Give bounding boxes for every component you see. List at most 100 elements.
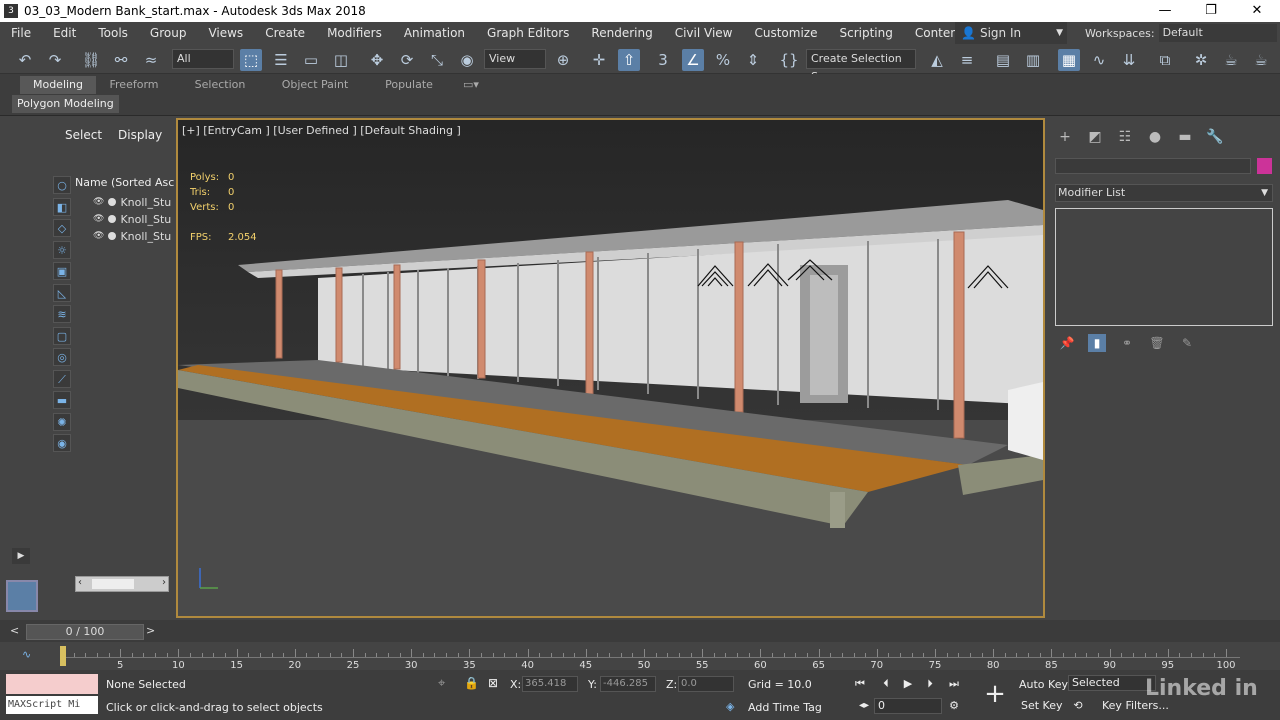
reference-coord-dropdown[interactable]: View	[484, 49, 546, 69]
tab-select[interactable]: Select	[65, 128, 102, 142]
next-key-icon[interactable]: ⏵	[920, 675, 940, 693]
menu-group[interactable]: Group	[139, 26, 198, 40]
angle-snap-icon[interactable]: ∠	[682, 49, 704, 71]
modifier-stack[interactable]	[1055, 208, 1273, 326]
auto-key-button[interactable]: Auto Key	[1019, 678, 1068, 691]
horizontal-scrollbar[interactable]: ‹ ›	[75, 576, 169, 592]
rectangular-selection-icon[interactable]: ▭	[300, 49, 322, 71]
scrollbar-thumb[interactable]	[92, 579, 134, 589]
remove-modifier-icon[interactable]: 🗑	[1148, 334, 1166, 352]
window-crossing-icon[interactable]: ◫	[330, 49, 352, 71]
viewport-label[interactable]: [+] [EntryCam ] [User Defined ] [Default…	[182, 124, 461, 137]
frozen-icon[interactable]: ◉	[53, 434, 71, 452]
tab-modeling[interactable]: Modeling	[20, 76, 96, 94]
modifier-list-dropdown[interactable]: Modifier List ▼	[1055, 184, 1273, 202]
prev-frame-icon[interactable]: <	[10, 624, 19, 637]
hierarchy-tab-icon[interactable]: ☷	[1114, 126, 1136, 148]
configure-modifier-sets-icon[interactable]: ✎	[1178, 334, 1196, 352]
menu-create[interactable]: Create	[254, 26, 316, 40]
previous-frame-icon[interactable]: ⏴	[876, 675, 896, 693]
percent-snap-icon[interactable]: %	[712, 49, 734, 71]
menu-tools[interactable]: Tools	[87, 26, 139, 40]
y-coordinate-field[interactable]: -446.285	[600, 676, 656, 692]
curve-editor-icon[interactable]: ∿	[1088, 49, 1110, 71]
time-slider[interactable]: 0 / 100	[26, 624, 144, 640]
key-mode-toggle-icon[interactable]: ◂▸	[854, 697, 874, 715]
tab-display[interactable]: Display	[118, 128, 162, 142]
scene-list-item[interactable]: 👁 Knoll_Stu	[93, 194, 175, 210]
helpers-icon[interactable]: ◺	[53, 283, 71, 302]
scene-list-item[interactable]: 👁 Knoll_Stu	[93, 211, 175, 227]
eye-icon[interactable]: 👁	[93, 214, 104, 224]
snaps-toggle-icon[interactable]: 3	[652, 49, 674, 71]
groups-icon[interactable]: ▢	[53, 326, 71, 345]
mirror-icon[interactable]: ◭	[926, 49, 948, 71]
cameras-icon[interactable]: ▣	[53, 262, 71, 280]
z-coordinate-field[interactable]: 0.0	[678, 676, 734, 692]
scene-explorer-icon[interactable]: ▤	[992, 49, 1014, 71]
go-to-end-icon[interactable]: ⏭	[944, 675, 964, 693]
select-by-name-icon[interactable]: ☰	[270, 49, 292, 71]
ribbon-options-icon[interactable]: ▭▾	[456, 76, 486, 94]
toggle-ribbon-icon[interactable]: ▦	[1058, 49, 1080, 71]
display-none-icon[interactable]: ○	[53, 176, 71, 194]
polygon-modeling-panel[interactable]: Polygon Modeling	[12, 95, 119, 113]
schematic-view-icon[interactable]: ⧉	[1154, 49, 1176, 71]
menu-animation[interactable]: Animation	[393, 26, 476, 40]
lock-selection-icon[interactable]: 🔒	[464, 676, 479, 690]
redo-icon[interactable]: ↷	[44, 49, 66, 71]
object-name-field[interactable]	[1055, 158, 1251, 174]
material-editor-icon[interactable]: ✲	[1190, 49, 1212, 71]
named-selection-dropdown[interactable]: Create Selection Se	[806, 49, 916, 83]
bones-icon[interactable]: ⟋	[53, 369, 71, 388]
scroll-left-icon[interactable]: ‹	[78, 577, 82, 588]
render-icon[interactable]: ☕	[1250, 49, 1272, 71]
pivot-center-icon[interactable]: ⊕	[552, 49, 574, 71]
time-config-icon[interactable]: ⚙	[944, 697, 964, 715]
menu-modifiers[interactable]: Modifiers	[316, 26, 393, 40]
menu-scripting[interactable]: Scripting	[828, 26, 903, 40]
curve-editor-mini-icon[interactable]: ∿	[22, 648, 31, 661]
viewport-layout-icon[interactable]	[6, 580, 38, 612]
menu-graph-editors[interactable]: Graph Editors	[476, 26, 580, 40]
time-tag-icon[interactable]: ◈	[726, 700, 734, 713]
track-bar[interactable]: ∿ 5 10 15 20 25 30 35 40 45 50 55 60 65 70 75 80 85 90 95 1…	[0, 642, 1280, 671]
rotate-icon[interactable]: ⟳	[396, 49, 418, 71]
current-frame-field[interactable]: 0	[874, 698, 942, 714]
add-time-tag[interactable]: Add Time Tag	[748, 701, 822, 714]
minimize-button[interactable]: —	[1142, 0, 1188, 22]
undo-icon[interactable]: ↶	[14, 49, 36, 71]
select-manipulate-icon[interactable]: ✛	[588, 49, 610, 71]
isolate-selection-icon[interactable]: ⌖	[438, 676, 445, 691]
scene-list-item[interactable]: 👁 Knoll_Stu	[93, 228, 175, 244]
close-button[interactable]: ✕	[1234, 0, 1280, 22]
menu-civil-view[interactable]: Civil View	[664, 26, 744, 40]
play-icon[interactable]: ▶	[898, 675, 918, 693]
bind-space-warp-icon[interactable]: ≈	[140, 49, 162, 71]
perspective-viewport[interactable]: [+] [EntryCam ] [User Defined ] [Default…	[176, 118, 1045, 618]
space-warps-icon[interactable]: ≋	[53, 305, 71, 323]
scale-icon[interactable]: ⤡	[426, 49, 448, 71]
maxscript-mini-listener[interactable]: MAXScript Mi	[6, 696, 98, 714]
select-object-icon[interactable]: ⬚	[240, 49, 262, 71]
tab-object-paint[interactable]: Object Paint	[272, 76, 358, 94]
object-xrefs-icon[interactable]: ◎	[53, 348, 71, 366]
motion-tab-icon[interactable]: ●	[1144, 126, 1166, 148]
x-coordinate-field[interactable]: 365.418	[522, 676, 578, 692]
lights-icon[interactable]: ☼	[53, 240, 71, 259]
expand-arrow-icon[interactable]: ▶	[12, 548, 30, 564]
edit-named-selection-icon[interactable]: {}	[778, 49, 800, 71]
key-filters-icon[interactable]: ⟲	[1068, 697, 1088, 715]
menu-file[interactable]: File	[0, 26, 42, 40]
render-setup-icon[interactable]: ☕	[1220, 49, 1242, 71]
containers-icon[interactable]: ▬	[53, 391, 71, 409]
geometry-icon[interactable]: ◧	[53, 197, 71, 216]
selection-filter-dropdown[interactable]: All	[172, 49, 234, 69]
absolute-mode-icon[interactable]: ⊠	[488, 676, 498, 690]
particle-systems-icon[interactable]: ✺	[53, 412, 71, 431]
shapes-icon[interactable]: ◇	[53, 219, 71, 237]
maxscript-listener-output[interactable]	[6, 674, 98, 694]
keyboard-shortcut-override-icon[interactable]: ⇧	[618, 49, 640, 71]
pin-stack-icon[interactable]: 📌	[1058, 334, 1076, 352]
sign-in-button[interactable]: 👤 Sign In ▼	[955, 22, 1067, 44]
